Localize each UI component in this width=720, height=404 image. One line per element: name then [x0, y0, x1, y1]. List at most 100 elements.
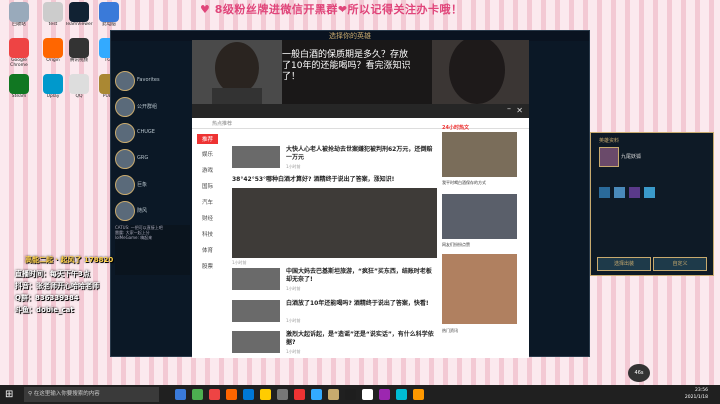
- sidebar-item[interactable]: 网友们纷纷点赞: [442, 242, 517, 248]
- menu-item[interactable]: 财经: [202, 214, 213, 222]
- article-title[interactable]: 白酒放了10年还能喝吗? 酒精终于说出了答案，快看!: [286, 300, 436, 308]
- promo-line: 高能二起 · 起风了 178820: [25, 256, 114, 264]
- article-title[interactable]: 大快人心老人被抢劫去世案嫌犯被判刑62万元，还倒赔一万元: [286, 146, 436, 162]
- article-meta: 1小时前: [286, 164, 301, 169]
- taskbar-app-icon[interactable]: [328, 389, 339, 400]
- desktop-icon[interactable]: Google Chrome: [2, 38, 36, 72]
- article-thumbnail[interactable]: [232, 300, 280, 322]
- streamer-overlay: 高能二起 · 起风了 178820 直播时间：每天下午3点 抖音：张老师开心哈哈…: [5, 255, 155, 325]
- pick-build-button[interactable]: 选择出装: [597, 257, 651, 271]
- search-placeholder: 在这里输入你要搜索的内容: [33, 391, 100, 397]
- ability-icon: [613, 187, 625, 198]
- taskbar-app-icon[interactable]: [243, 389, 254, 400]
- article-thumbnail[interactable]: [232, 188, 437, 258]
- ability-icon: [599, 187, 610, 198]
- desktop-icon[interactable]: QQ: [62, 74, 96, 108]
- desktop-icon[interactable]: 腾讯视频: [62, 38, 96, 72]
- custom-button[interactable]: 自定义: [653, 257, 707, 271]
- news-window[interactable]: 热点推荐 推荐娱乐游戏国际汽车财经科技体育股票 大快人心老人被抢劫去世案嫌犯被判…: [192, 118, 529, 358]
- taskbar-app-icon[interactable]: [379, 389, 390, 400]
- minimize-icon[interactable]: –: [507, 104, 511, 113]
- taskbar-app-icon[interactable]: [294, 389, 305, 400]
- article-title[interactable]: 激烈大起诉起，是“造谣”还是“说实话”，有什么科学依据?: [286, 331, 436, 347]
- app-icon: [9, 2, 29, 22]
- friend-item[interactable]: GRG: [115, 149, 191, 171]
- app-icon: [43, 74, 63, 94]
- friend-name: 巨象: [137, 182, 148, 188]
- taskbar-app-icon[interactable]: [396, 389, 407, 400]
- menu-item[interactable]: 推荐: [197, 134, 219, 144]
- avatar: [115, 201, 135, 221]
- system-clock[interactable]: 23:56 2021/1/18: [685, 387, 708, 401]
- taskbar-search-input[interactable]: ⚲ 在这里输入你要搜索的内容: [24, 387, 159, 402]
- search-icon: ⚲: [28, 391, 33, 397]
- menu-item[interactable]: 科技: [202, 230, 213, 238]
- friend-name: 公开群组: [137, 104, 158, 110]
- ability-icon: [628, 187, 640, 198]
- menu-item[interactable]: 国际: [202, 182, 213, 190]
- app-icon: [9, 74, 29, 94]
- taskbar-app-icon[interactable]: [175, 389, 186, 400]
- menu-item[interactable]: 娱乐: [202, 150, 213, 158]
- desktop-icon[interactable]: Steam: [2, 74, 36, 108]
- clock-date: 2021/1/18: [684, 395, 708, 400]
- panel-title: 英雄资料: [599, 138, 620, 144]
- friend-item[interactable]: 公开群组: [115, 97, 191, 119]
- article-meta: 1小时前: [286, 349, 301, 354]
- ability-icon: [643, 187, 655, 198]
- taskbar-app-icon[interactable]: [311, 389, 322, 400]
- desktop-icon-label: QQ: [75, 94, 83, 99]
- taskbar-app-icon[interactable]: [192, 389, 203, 400]
- taskbar-app-icon[interactable]: [277, 389, 288, 400]
- sidebar-item[interactable]: 热门资讯: [442, 328, 517, 334]
- article-meta: 1小时前: [286, 318, 301, 323]
- taskbar-app-icon[interactable]: [413, 389, 424, 400]
- friend-name: 随风: [137, 208, 148, 214]
- friend-item[interactable]: Favorites: [115, 71, 191, 93]
- app-icon: [99, 2, 119, 22]
- promo-line: 抖音：张老师开心哈哈老师: [15, 282, 99, 290]
- menu-item[interactable]: 体育: [202, 246, 213, 254]
- taskbar-app-icon[interactable]: [345, 389, 356, 400]
- app-icon: [9, 38, 29, 58]
- desktop-icon[interactable]: TeamViewer: [62, 2, 96, 36]
- taskbar-app-icon[interactable]: [362, 389, 373, 400]
- desktop-icon-label: Steam: [11, 94, 27, 99]
- article-thumbnail[interactable]: [232, 146, 280, 168]
- menu-item[interactable]: 汽车: [202, 198, 213, 206]
- avatar: [115, 175, 135, 195]
- sidebar-thumb: [442, 194, 517, 239]
- close-icon[interactable]: ✕: [516, 106, 523, 115]
- friend-item[interactable]: 随风: [115, 201, 191, 223]
- article-thumbnail[interactable]: [232, 268, 280, 290]
- avatar: [115, 149, 135, 169]
- menu-item[interactable]: 股票: [202, 262, 213, 270]
- article-title[interactable]: 中国大妈去巴基斯坦旅游，“疯狂”买东西，结账时老板却无奈了!: [286, 268, 436, 284]
- friend-name: GRG: [137, 155, 149, 161]
- clock-time: 23:56: [695, 388, 708, 393]
- friend-name: CHUGE: [137, 129, 155, 135]
- desktop-icon-label: 腾讯视频: [70, 58, 88, 63]
- taskbar-app-icon[interactable]: [260, 389, 271, 400]
- taskbar-app-icon[interactable]: [209, 389, 220, 400]
- friend-name: Favorites: [137, 77, 160, 83]
- promo-line: Q群：836339384: [15, 294, 79, 302]
- start-icon[interactable]: ⊞: [5, 389, 16, 400]
- menu-item[interactable]: 游戏: [202, 166, 213, 174]
- friend-item[interactable]: 巨象: [115, 175, 191, 197]
- sidebar-item[interactable]: 我平时喝白酒保存的方式: [442, 180, 517, 186]
- counter-badge: 46s: [628, 364, 650, 382]
- article-thumbnail[interactable]: [232, 331, 280, 353]
- friend-item[interactable]: CHUGE: [115, 123, 191, 145]
- article-title[interactable]: 38°42°53°哪种白酒才算好? 酒精终于说出了答案，涨知识!: [232, 176, 432, 184]
- promo-line: 直播时间：每天下午3点: [15, 270, 90, 278]
- desktop-icon[interactable]: 回收站: [2, 2, 36, 36]
- taskbar: ⊞ ⚲ 在这里输入你要搜索的内容 23:56 2021/1/18: [0, 385, 720, 404]
- taskbar-app-icon[interactable]: [226, 389, 237, 400]
- sidebar-title: 24小时热文: [442, 125, 469, 131]
- news-toolbar: ✕ –: [192, 104, 529, 119]
- hot-news-sidebar: 24小时热文 我平时喝白酒保存的方式 网友们纷纷点赞 热门资讯: [442, 124, 522, 358]
- news-title: 热点推荐: [212, 121, 233, 127]
- app-icon: [43, 38, 63, 58]
- article-meta: 1小时前: [232, 260, 247, 265]
